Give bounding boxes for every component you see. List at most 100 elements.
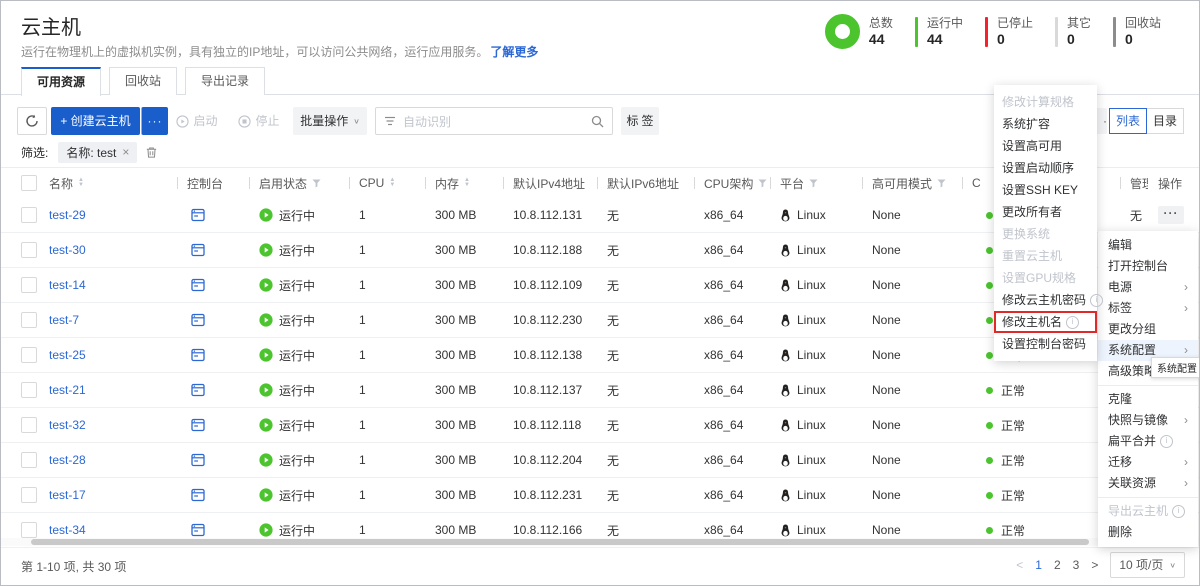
sort-icon[interactable]: ▲▼ — [464, 178, 470, 188]
cell-cb[interactable] — [1, 443, 47, 477]
start-button[interactable]: 启动 — [173, 107, 221, 135]
row-checkbox[interactable] — [21, 487, 37, 503]
scrollbar-thumb[interactable] — [31, 539, 1089, 545]
menu-item-电源[interactable]: 电源› — [1098, 277, 1198, 298]
cell-cb[interactable] — [1, 338, 47, 372]
cell-name[interactable]: test-30 — [47, 233, 177, 267]
host-name-link[interactable]: test-28 — [49, 453, 86, 467]
column-header-mgmt[interactable]: 管理 — [1120, 168, 1148, 198]
column-header-ipv6[interactable]: 默认IPv6地址 — [597, 168, 694, 198]
filter-icon[interactable] — [758, 179, 767, 188]
cell-name[interactable]: test-25 — [47, 338, 177, 372]
menu-item-迁移[interactable]: 迁移› — [1098, 452, 1198, 473]
row-checkbox[interactable] — [21, 312, 37, 328]
menu-item-删除[interactable]: 删除 — [1098, 522, 1198, 543]
menu-item-修改主机名[interactable]: 修改主机名i — [994, 311, 1097, 333]
column-header-ha[interactable]: 高可用模式 — [862, 168, 962, 198]
search-input[interactable]: 自动识别 — [375, 107, 613, 135]
row-checkbox[interactable] — [21, 452, 37, 468]
filter-icon[interactable] — [312, 179, 321, 188]
open-console-button[interactable] — [177, 478, 249, 512]
menu-item-修改云主机密码[interactable]: 修改云主机密码i — [994, 289, 1097, 311]
host-name-link[interactable]: test-32 — [49, 418, 86, 432]
open-console-button[interactable] — [177, 268, 249, 302]
tag-button[interactable]: 标签 — [621, 107, 659, 135]
menu-item-更改分组[interactable]: 更改分组 — [1098, 319, 1198, 340]
cell-cb[interactable] — [1, 478, 47, 512]
open-console-button[interactable] — [177, 198, 249, 232]
column-header-cpu[interactable]: CPU▲▼ — [349, 168, 425, 198]
clear-filters-button[interactable] — [145, 146, 158, 159]
cell-name[interactable]: test-21 — [47, 373, 177, 407]
host-name-link[interactable]: test-25 — [49, 348, 86, 362]
page-button-1[interactable]: 1 — [1035, 558, 1042, 572]
cell-cb[interactable] — [1, 408, 47, 442]
menu-item-设置控制台密码[interactable]: 设置控制台密码 — [994, 333, 1097, 355]
column-header-console[interactable]: 控制台 — [177, 168, 249, 198]
cell-action[interactable]: ··· — [1148, 198, 1200, 232]
row-checkbox[interactable] — [21, 417, 37, 433]
column-header-status[interactable]: 启用状态 — [249, 168, 349, 198]
host-name-link[interactable]: test-7 — [49, 313, 79, 327]
view-list-button[interactable]: 列表 — [1109, 108, 1147, 134]
column-header-ipv4[interactable]: 默认IPv4地址 — [503, 168, 597, 198]
menu-item-打开控制台[interactable]: 打开控制台 — [1098, 256, 1198, 277]
page-button-2[interactable]: 2 — [1054, 558, 1061, 572]
cell-cb[interactable] — [1, 303, 47, 337]
sort-icon[interactable]: ▲▼ — [389, 178, 395, 188]
cell-name[interactable]: test-7 — [47, 303, 177, 337]
prev-page-button[interactable]: < — [1016, 558, 1023, 572]
cell-name[interactable]: test-28 — [47, 443, 177, 477]
open-console-button[interactable] — [177, 443, 249, 477]
open-console-button[interactable] — [177, 373, 249, 407]
menu-item-快照与镜像[interactable]: 快照与镜像› — [1098, 410, 1198, 431]
menu-item-扁平合并[interactable]: 扁平合并i — [1098, 431, 1198, 452]
menu-item-关联资源[interactable]: 关联资源› — [1098, 473, 1198, 494]
cell-name[interactable]: test-14 — [47, 268, 177, 302]
remove-filter-icon[interactable]: × — [122, 145, 129, 159]
row-checkbox[interactable] — [21, 522, 37, 538]
cell-cb[interactable] — [1, 233, 47, 267]
menu-item-设置SSH KEY[interactable]: 设置SSH KEY — [994, 179, 1097, 201]
host-name-link[interactable]: test-21 — [49, 383, 86, 397]
sort-icon[interactable]: ▲▼ — [78, 178, 84, 188]
open-console-button[interactable] — [177, 303, 249, 337]
cell-cb[interactable] — [1, 373, 47, 407]
menu-item-设置高可用[interactable]: 设置高可用 — [994, 135, 1097, 157]
refresh-button[interactable] — [17, 107, 47, 135]
menu-item-更改所有者[interactable]: 更改所有者 — [994, 201, 1097, 223]
view-catalog-button[interactable]: 目录 — [1146, 108, 1184, 134]
menu-item-编辑[interactable]: 编辑 — [1098, 235, 1198, 256]
cell-name[interactable]: test-29 — [47, 198, 177, 232]
host-name-link[interactable]: test-29 — [49, 208, 86, 222]
cell-cb[interactable] — [1, 268, 47, 302]
stop-button[interactable]: 停止 — [235, 107, 283, 135]
menu-item-克隆[interactable]: 克隆 — [1098, 389, 1198, 410]
select-all-checkbox[interactable] — [21, 175, 37, 191]
host-name-link[interactable]: test-34 — [49, 523, 86, 537]
cell-name[interactable]: test-32 — [47, 408, 177, 442]
batch-actions-button[interactable]: 批量操作∨ — [293, 107, 367, 135]
row-checkbox[interactable] — [21, 347, 37, 363]
filter-icon[interactable] — [937, 179, 946, 188]
column-header-arch[interactable]: CPU架构 — [694, 168, 770, 198]
row-checkbox[interactable] — [21, 382, 37, 398]
host-name-link[interactable]: test-17 — [49, 488, 86, 502]
cell-name[interactable]: test-17 — [47, 478, 177, 512]
filter-icon[interactable] — [809, 179, 818, 188]
create-host-button[interactable]: + 创建云主机 — [51, 107, 140, 135]
row-checkbox[interactable] — [21, 242, 37, 258]
page-button-3[interactable]: 3 — [1073, 558, 1080, 572]
tab-可用资源[interactable]: 可用资源 — [21, 67, 101, 96]
menu-item-标签[interactable]: 标签› — [1098, 298, 1198, 319]
column-header-name[interactable]: 名称▲▼ — [47, 168, 177, 198]
open-console-button[interactable] — [177, 233, 249, 267]
host-name-link[interactable]: test-14 — [49, 278, 86, 292]
page-size-select[interactable]: 10 项/页∨ — [1110, 552, 1185, 578]
open-console-button[interactable] — [177, 408, 249, 442]
tab-回收站[interactable]: 回收站 — [109, 67, 177, 95]
menu-item-系统扩容[interactable]: 系统扩容 — [994, 113, 1097, 135]
host-name-link[interactable]: test-30 — [49, 243, 86, 257]
column-header-mem[interactable]: 内存▲▼ — [425, 168, 503, 198]
filter-tag[interactable]: 名称: test× — [58, 142, 137, 163]
